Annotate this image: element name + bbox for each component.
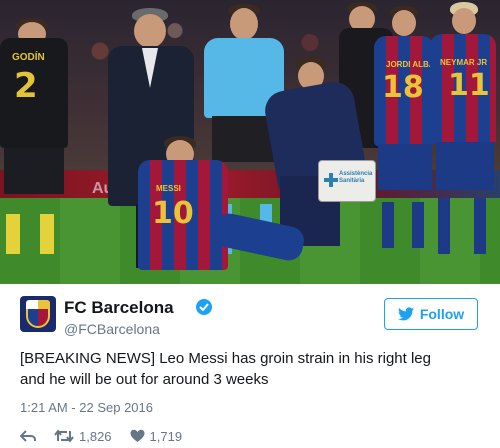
- follow-label: Follow: [419, 306, 465, 322]
- tweet-timestamp[interactable]: 1:21 AM - 22 Sep 2016: [20, 400, 153, 415]
- jersey-number-left-teammate: 18: [382, 70, 424, 105]
- reply-arrow-icon: [20, 430, 36, 442]
- medical-bag: Assistència Sanitària: [318, 160, 376, 202]
- jersey-name-messi: MESSI: [156, 184, 181, 193]
- player-godin: GODÍN 2: [0, 18, 72, 268]
- tweet-text-line-1: [BREAKING NEWS] Leo Messi has groin stra…: [20, 350, 431, 367]
- account-handle[interactable]: @FCBarcelona: [64, 321, 160, 337]
- follow-button[interactable]: Follow: [384, 298, 478, 330]
- player-messi-sitting: MESSI 10: [138, 136, 308, 272]
- reply-button[interactable]: [20, 429, 36, 443]
- jersey-number-right-teammate: 11: [448, 68, 490, 103]
- jersey-name-right-teammate: NEYMAR JR: [440, 58, 488, 67]
- embedded-tweet-card: Audi GODÍN 2: [0, 0, 500, 448]
- medical-bag-text: Assistència Sanitària: [339, 171, 373, 184]
- jersey-name-godin: GODÍN: [12, 52, 45, 63]
- heart-icon: [130, 429, 145, 442]
- like-count: 1,719: [149, 428, 183, 444]
- player-teammate-right: NEYMAR JR 11: [428, 2, 498, 270]
- verified-badge-icon: [196, 299, 212, 315]
- retweet-icon: [54, 429, 74, 443]
- account-name[interactable]: FC Barcelona: [64, 298, 174, 318]
- twitter-bird-icon: [397, 307, 414, 321]
- tweet-photo[interactable]: Audi GODÍN 2: [0, 0, 500, 284]
- avatar[interactable]: [20, 296, 56, 332]
- jersey-number-godin: 2: [14, 66, 38, 106]
- medical-cross-icon: [324, 173, 338, 187]
- retweet-button[interactable]: 1,826: [54, 429, 112, 444]
- retweet-count: 1,826: [79, 428, 112, 444]
- tweet-text: [BREAKING NEWS] Leo Messi has groin stra…: [20, 348, 480, 390]
- tweet-actions: 1,826 1,719: [20, 426, 200, 446]
- like-button[interactable]: 1,719: [130, 428, 183, 444]
- player-teammate-left: JORDI ALBA 18: [372, 6, 436, 268]
- tweet-text-line-2: and he will be out for around 3 weeks: [20, 371, 269, 388]
- jersey-number-messi: 10: [152, 196, 194, 231]
